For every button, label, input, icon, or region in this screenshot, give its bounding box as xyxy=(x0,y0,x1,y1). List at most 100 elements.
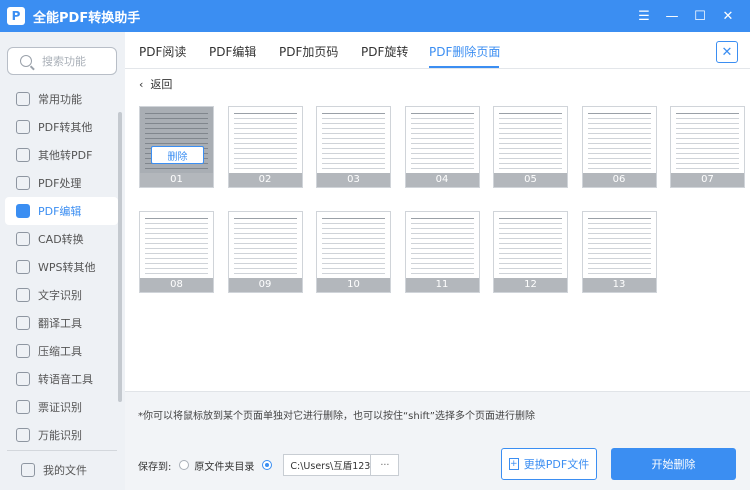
sidebar-item-5[interactable]: PDF编辑 xyxy=(5,197,118,225)
tab-pdf-read[interactable]: PDF阅读 xyxy=(139,43,186,60)
sidebar: 搜索功能 常用功能 PDF转其他其他转PDF PDF处理 PDF编辑 CAD转换 WPS转… xyxy=(0,32,125,490)
page-number: 12 xyxy=(494,278,567,292)
page-number: 13 xyxy=(582,278,656,292)
page-thumbnail[interactable]: 12 xyxy=(493,211,568,293)
add-file-icon: + xyxy=(508,458,519,470)
page-number: 09 xyxy=(228,278,302,292)
page-number: 11 xyxy=(405,278,479,292)
replace-pdf-button[interactable]: + 更换PDF文件 xyxy=(501,448,597,480)
pdf-in-icon xyxy=(16,148,30,162)
translate-icon xyxy=(16,316,30,330)
pdf-out-icon xyxy=(16,120,30,134)
tab-pdf-edit[interactable]: PDF编辑 xyxy=(209,43,256,60)
page-preview xyxy=(145,218,208,276)
search-input[interactable]: 搜索功能 xyxy=(7,47,117,75)
window-controls: ☰ — ☐ ✕ xyxy=(630,0,742,32)
page-preview xyxy=(499,218,562,276)
page-preview xyxy=(233,113,297,171)
page-number: 07 xyxy=(671,173,744,187)
page-thumbnail[interactable]: 07 xyxy=(670,106,745,188)
sidebar-item-12[interactable]: 票证识别 xyxy=(5,393,118,421)
page-number: 06 xyxy=(582,173,656,187)
app-title: 全能PDF转换助手 xyxy=(33,10,141,26)
sidebar-item-6[interactable]: CAD转换 xyxy=(5,225,118,253)
replace-pdf-label: 更换PDF文件 xyxy=(523,458,590,471)
app-logo-icon: P xyxy=(7,7,25,25)
page-number: 01 xyxy=(140,173,213,187)
start-delete-button[interactable]: 开始删除 xyxy=(611,448,736,480)
tab-bar: PDF阅读 PDF编辑 PDF加页码 PDF旋转 PDF删除页面 ✕ xyxy=(125,32,750,69)
sidebar-item-8[interactable]: 文字识别 xyxy=(5,281,118,309)
sidebar-item-7[interactable]: WPS转其他 xyxy=(5,253,118,281)
minimize-icon[interactable]: — xyxy=(658,0,686,32)
page-number: 02 xyxy=(228,173,302,187)
save-path-field[interactable]: C:\Users\互盾123... ··· xyxy=(283,454,400,476)
panel-close-button[interactable]: ✕ xyxy=(716,41,738,63)
page-thumbnail[interactable]: 10 xyxy=(316,211,391,293)
window-close-icon[interactable]: ✕ xyxy=(714,0,742,32)
sidebar-item-label: 转语音工具 xyxy=(38,373,93,386)
back-label: 返回 xyxy=(150,78,173,91)
radio-custom-path[interactable] xyxy=(262,460,273,470)
chevron-left-icon: ‹ xyxy=(139,78,144,91)
save-label: 保存到: xyxy=(138,461,172,473)
page-preview xyxy=(676,113,739,171)
page-thumbnail[interactable]: 02 xyxy=(227,106,303,188)
title-bar: P 全能PDF转换助手 ☰ — ☐ ✕ xyxy=(0,0,750,32)
tab-pdf-rotate[interactable]: PDF旋转 xyxy=(361,43,408,60)
page-thumbnail-grid: 01 删除 02 03 04 05 06 07 08 09 10 11 12 13 xyxy=(139,106,747,398)
page-thumbnail[interactable]: 01 删除 xyxy=(139,106,214,188)
compress-icon xyxy=(16,344,30,358)
sidebar-item-label: 压缩工具 xyxy=(38,345,82,358)
menu-icon[interactable]: ☰ xyxy=(630,0,658,32)
page-thumbnail[interactable]: 05 xyxy=(493,106,568,188)
sidebar-item-1[interactable]: 常用功能 xyxy=(5,85,118,113)
page-thumbnail[interactable]: 06 xyxy=(581,106,657,188)
page-number: 08 xyxy=(140,278,213,292)
back-button[interactable]: ‹ 返回 xyxy=(139,76,172,92)
sidebar-item-label: 翻译工具 xyxy=(38,317,82,330)
page-preview xyxy=(410,113,474,171)
page-thumbnail[interactable]: 03 xyxy=(316,106,391,188)
main-panel: PDF阅读 PDF编辑 PDF加页码 PDF旋转 PDF删除页面 ✕ ‹ 返回 … xyxy=(125,32,750,490)
folder-icon xyxy=(21,463,35,477)
voice-icon xyxy=(16,372,30,386)
sidebar-item-my-files[interactable]: 我的文件 xyxy=(10,456,123,484)
maximize-icon[interactable]: ☐ xyxy=(686,0,714,32)
sidebar-item-13[interactable]: 万能识别 xyxy=(5,421,118,449)
sidebar-item-2[interactable]: PDF转其他 xyxy=(5,113,118,141)
close-icon: ✕ xyxy=(721,44,733,60)
sidebar-item-10[interactable]: 压缩工具 xyxy=(5,337,118,365)
radio-source-folder[interactable] xyxy=(179,460,190,470)
page-thumbnail[interactable]: 13 xyxy=(581,211,657,293)
page-number: 03 xyxy=(317,173,390,187)
page-number: 04 xyxy=(405,173,479,187)
save-location: 保存到: 原文件夹目录 C:\Users\互盾123... ··· xyxy=(138,454,400,476)
page-number: 05 xyxy=(494,173,567,187)
page-thumbnail[interactable]: 04 xyxy=(404,106,480,188)
sidebar-divider xyxy=(7,450,117,451)
page-preview xyxy=(587,113,651,171)
scan-icon xyxy=(16,428,30,442)
pdf-edit-icon xyxy=(16,204,30,218)
sidebar-scrollbar[interactable] xyxy=(118,112,122,402)
sidebar-item-9[interactable]: 翻译工具 xyxy=(5,309,118,337)
page-preview xyxy=(322,218,385,276)
delete-page-button[interactable]: 删除 xyxy=(151,146,204,164)
sidebar-item-label: PDF转其他 xyxy=(38,121,93,134)
sidebar-item-label: WPS转其他 xyxy=(38,261,96,274)
page-preview xyxy=(322,113,385,171)
page-thumbnail[interactable]: 08 xyxy=(139,211,214,293)
sidebar-item-label: 票证识别 xyxy=(38,401,82,414)
browse-button[interactable]: ··· xyxy=(370,455,398,475)
tab-pdf-page-number[interactable]: PDF加页码 xyxy=(279,43,338,60)
tab-pdf-delete-pages[interactable]: PDF删除页面 xyxy=(429,43,500,60)
page-thumbnail[interactable]: 09 xyxy=(227,211,303,293)
sidebar-item-3[interactable]: 其他转PDF xyxy=(5,141,118,169)
sidebar-item-11[interactable]: 转语音工具 xyxy=(5,365,118,393)
sidebar-item-label: 万能识别 xyxy=(38,429,82,442)
page-thumbnail[interactable]: 11 xyxy=(404,211,480,293)
page-preview xyxy=(587,218,651,276)
sidebar-item-4[interactable]: PDF处理 xyxy=(5,169,118,197)
sidebar-item-label: 文字识别 xyxy=(38,289,82,302)
